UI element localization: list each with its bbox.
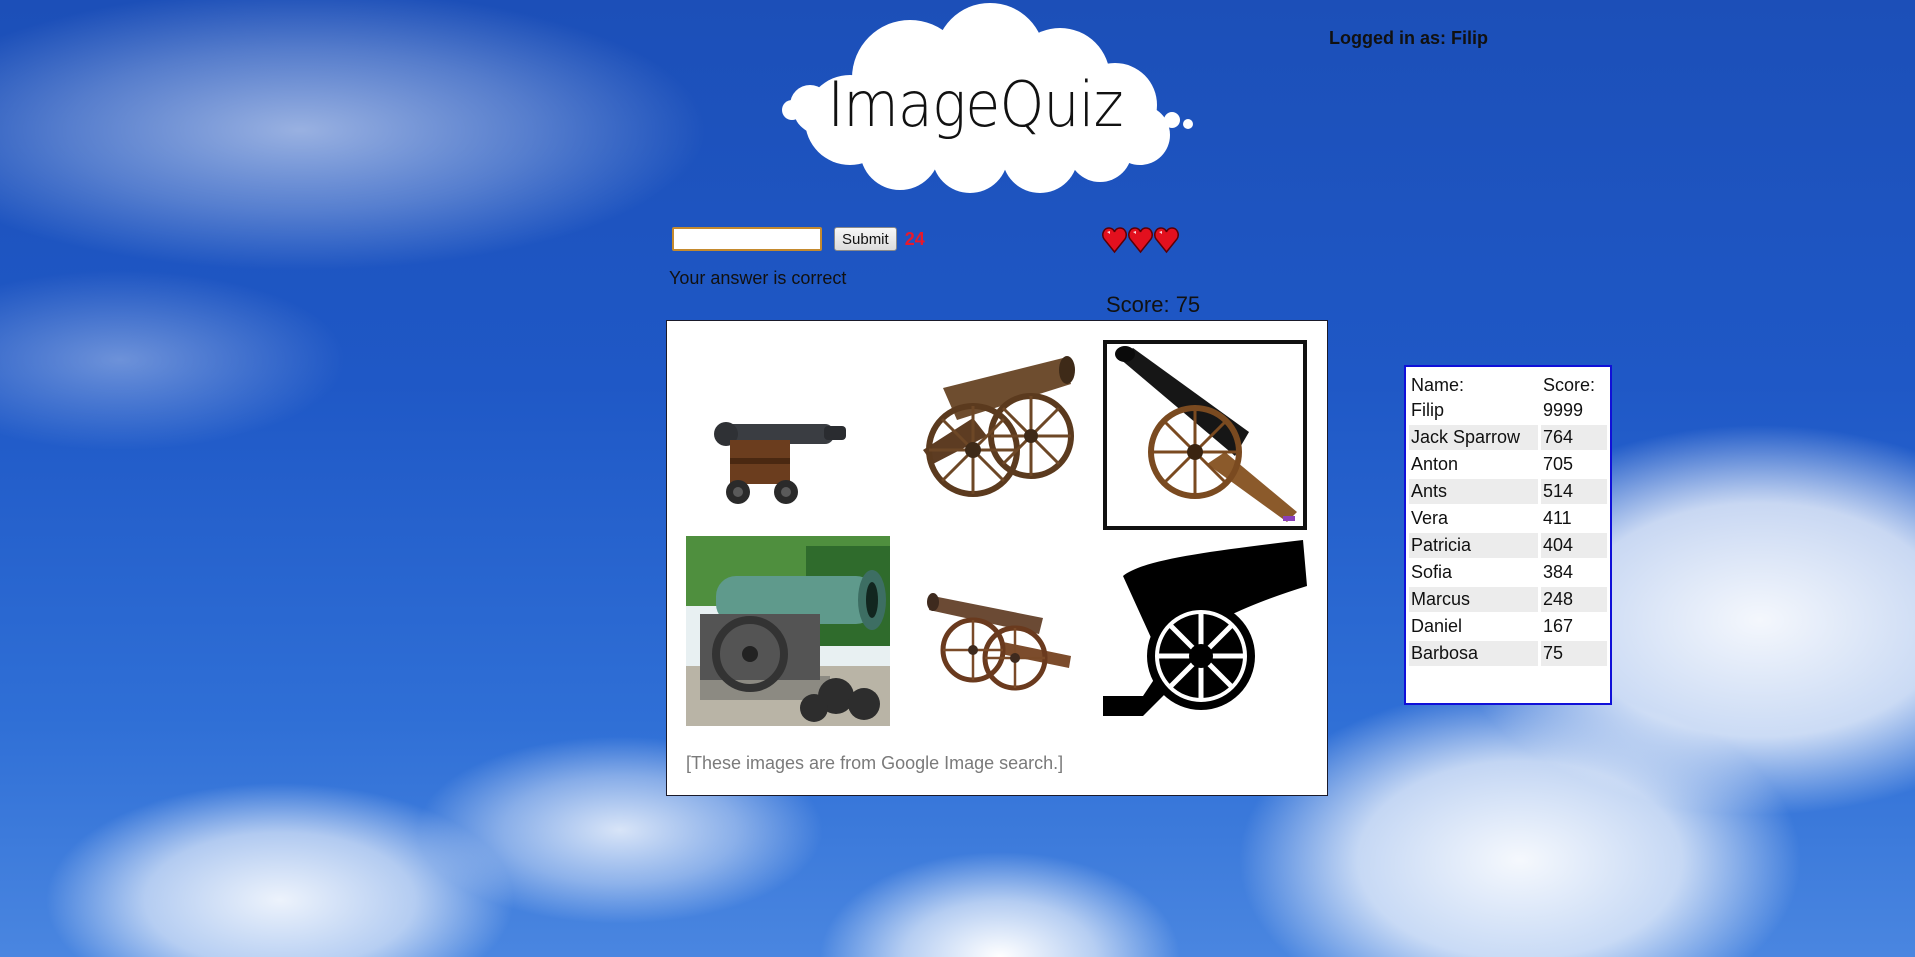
table-row: Jack Sparrow 764 [1409,425,1607,452]
table-row: Daniel 167 [1409,614,1607,641]
heart-icon [1154,227,1179,254]
player-score: 705 [1541,452,1607,479]
score-column-header: Score: [1543,374,1596,395]
table-row: Anton 705 [1409,452,1607,479]
player-name: Patricia [1409,533,1541,560]
cannon-dark-wood-icon [714,422,846,504]
table-row: Marcus 248 [1409,587,1607,614]
player-score: 75 [1541,641,1607,668]
heart-icon [1128,227,1153,254]
image-grid-panel: [These images are from Google Image sear… [666,320,1328,796]
quiz-image-1[interactable] [686,340,890,530]
cannon-small-brown-icon [927,593,1071,691]
player-score: 167 [1541,614,1607,641]
highscore-header-row: Name: Score: [1409,369,1607,398]
player-name: Sofia [1409,560,1541,587]
table-row: Barbosa 75 [1409,641,1607,668]
player-score: 384 [1541,560,1607,587]
player-score: 9999 [1541,398,1607,425]
cannon-silhouette-icon [1103,540,1307,716]
highscore-table: Name: Score: Filip 9999 Jack Sparrow 764… [1404,365,1612,705]
player-name: Jack Sparrow [1409,425,1541,452]
player-score: 404 [1541,533,1607,560]
player-name: Filip [1409,398,1541,425]
name-column-header: Name: [1411,374,1465,395]
cannon-bronze-large-wheels-icon [923,356,1075,497]
player-score: 764 [1541,425,1607,452]
player-name: Daniel [1409,614,1541,641]
table-row: Patricia 404 [1409,533,1607,560]
table-row: Filip 9999 [1409,398,1607,425]
cannon-black-tilted-icon [1115,346,1297,522]
quiz-image-5[interactable] [903,536,1107,726]
page: { "header": { "login_label": "Logged in … [0,0,1915,957]
player-name: Anton [1409,452,1541,479]
quiz-image-4[interactable] [686,536,890,726]
quiz-image-2[interactable] [903,340,1107,530]
answer-feedback: Your answer is correct [669,268,847,288]
tsar-cannon-photo-icon [686,536,890,726]
quiz-image-3[interactable] [1103,340,1307,530]
player-score: 411 [1541,506,1607,533]
heart-icon [1102,227,1127,254]
player-name: Marcus [1409,587,1541,614]
table-row: Vera 411 [1409,506,1607,533]
logo: ImageQuiz [740,0,1210,195]
player-name: Ants [1409,479,1541,506]
submit-button[interactable]: Submit [834,227,897,251]
answer-input[interactable] [672,227,822,251]
countdown-timer: 24 [904,228,925,249]
logo-text: ImageQuiz [827,68,1123,141]
player-score: 248 [1541,587,1607,614]
table-row: Ants 514 [1409,479,1607,506]
quiz-image-6[interactable] [1103,536,1307,726]
player-name: Barbosa [1409,641,1541,668]
answer-form: Submit 24 [672,227,925,251]
image-credit: [These images are from Google Image sear… [686,753,1064,773]
score-label: Score: 75 [1106,292,1201,317]
logged-in-label: Logged in as: Filip [1329,28,1488,48]
player-score: 514 [1541,479,1607,506]
lives-indicator [1102,226,1179,254]
table-row: Sofia 384 [1409,560,1607,587]
player-name: Vera [1409,506,1541,533]
